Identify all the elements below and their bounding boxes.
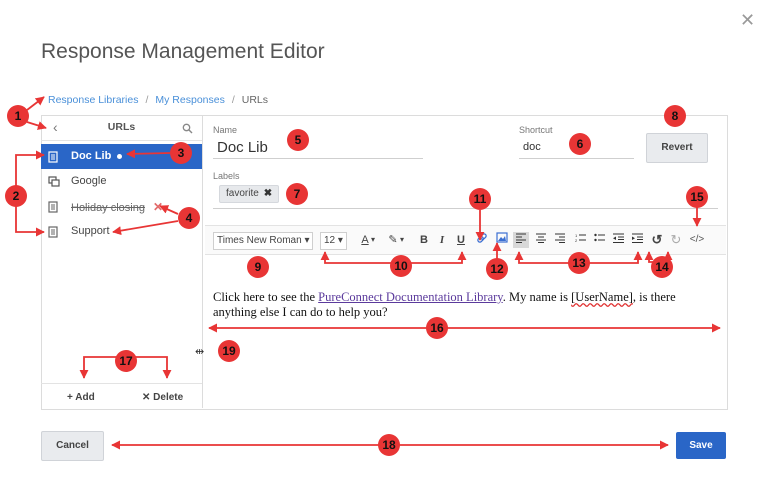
callout-badge: 6 bbox=[569, 133, 591, 155]
callout-badge: 4 bbox=[178, 207, 200, 229]
callout-badge: 9 bbox=[247, 256, 269, 278]
callout-badge: 10 bbox=[390, 255, 412, 277]
callout-badge: 13 bbox=[568, 252, 590, 274]
callout-badge: 7 bbox=[286, 183, 308, 205]
callout-badge: 17 bbox=[115, 350, 137, 372]
callout-badge: 8 bbox=[664, 105, 686, 127]
callout-badge: 12 bbox=[486, 258, 508, 280]
callout-badge: 1 bbox=[7, 105, 29, 127]
callout-badge: 5 bbox=[287, 129, 309, 151]
callout-badge: 15 bbox=[686, 186, 708, 208]
callout-badge: 16 bbox=[426, 317, 448, 339]
callout-badge: 18 bbox=[378, 434, 400, 456]
callout-badge: 2 bbox=[5, 185, 27, 207]
callout-arrows bbox=[15, 96, 721, 450]
callout-badge: 14 bbox=[651, 256, 673, 278]
callout-badge: 19 bbox=[218, 340, 240, 362]
callout-badge: 11 bbox=[469, 188, 491, 210]
callout-badge: 3 bbox=[170, 142, 192, 164]
